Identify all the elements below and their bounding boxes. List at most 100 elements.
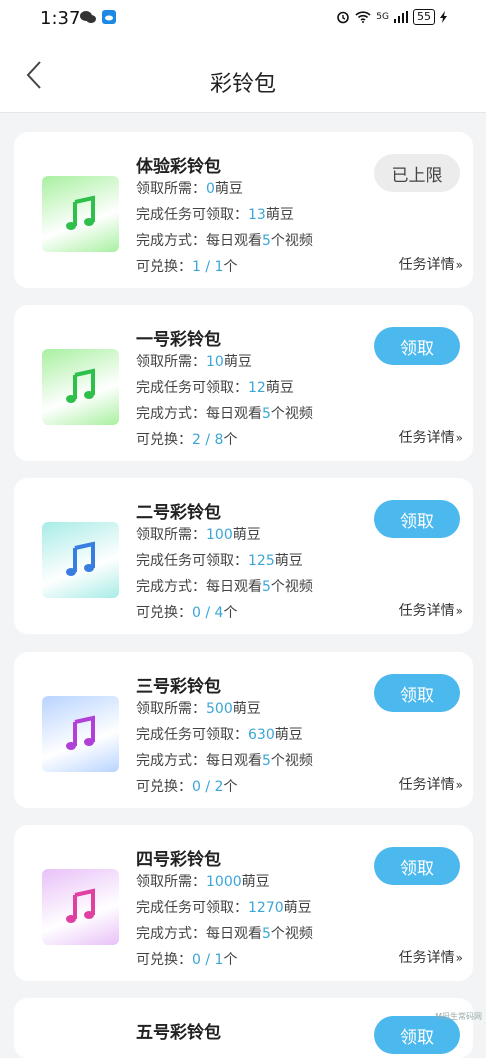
ringtone-thumbnail <box>42 869 119 945</box>
reward-unit: 萌豆 <box>274 553 303 569</box>
method-post: 个视频 <box>270 926 313 942</box>
exchange-unit: 个 <box>223 432 238 448</box>
method-post: 个视频 <box>270 753 313 769</box>
battery-indicator: 55 <box>413 9 435 25</box>
network-type: 5G <box>376 12 389 22</box>
exchange-label: 可兑换： <box>136 605 192 621</box>
task-details-label: 任务详情 <box>398 950 455 966</box>
package-title: 一号彩铃包 <box>136 330 221 350</box>
reward-unit: 萌豆 <box>274 727 303 743</box>
cost-unit: 萌豆 <box>232 701 261 717</box>
task-details-link[interactable]: 任务详情» <box>399 254 463 274</box>
exchange-value: 1 / 1 <box>192 259 224 275</box>
wechat-icon <box>80 11 96 23</box>
method-label: 完成方式： <box>136 579 206 595</box>
task-details-link[interactable]: 任务详情» <box>399 947 463 967</box>
page-title: 彩铃包 <box>209 72 276 97</box>
reward-value: 1270 <box>248 900 284 916</box>
reward-label: 完成任务可领取： <box>136 380 248 396</box>
charging-icon <box>440 11 447 23</box>
ringtone-thumbnail <box>42 696 119 772</box>
video-count: 5 <box>262 926 271 942</box>
claim-button[interactable]: 领取 <box>374 847 460 885</box>
reward-unit: 萌豆 <box>283 900 312 916</box>
cost-unit: 萌豆 <box>241 874 270 890</box>
task-details-label: 任务详情 <box>398 430 455 446</box>
method-label: 完成方式： <box>136 753 206 769</box>
method-post: 个视频 <box>270 406 313 422</box>
music-note-icon <box>65 715 95 750</box>
claim-button[interactable]: 领取 <box>374 327 460 365</box>
task-details-label: 任务详情 <box>398 257 455 273</box>
cost-value: 100 <box>206 527 233 543</box>
music-note-icon <box>65 888 95 923</box>
method-pre: 每日观看 <box>206 233 262 249</box>
exchange-unit: 个 <box>223 779 238 795</box>
package-card: 一号彩铃包 领取所需：10萌豆 完成任务可领取：12萌豆 完成方式：每日观看5个… <box>14 305 473 461</box>
alarm-icon <box>337 11 350 24</box>
cost-label: 领取所需： <box>136 354 206 370</box>
limit-reached-button[interactable]: 已上限 <box>374 154 460 192</box>
exchange-unit: 个 <box>223 952 238 968</box>
exchange-label: 可兑换： <box>136 779 192 795</box>
method-post: 个视频 <box>270 579 313 595</box>
cost-label: 领取所需： <box>136 527 206 543</box>
music-note-icon <box>65 195 95 230</box>
exchange-label: 可兑换： <box>136 259 192 275</box>
exchange-line: 可兑换：2 / 8个 <box>136 429 237 449</box>
status-bar: 1:37 5G 55 <box>0 0 486 36</box>
package-title: 四号彩铃包 <box>136 850 221 870</box>
navigation-bar: 彩铃包 <box>0 36 486 113</box>
task-details-link[interactable]: 任务详情» <box>399 774 463 794</box>
reward-value: 13 <box>248 207 266 223</box>
method-line: 完成方式：每日观看5个视频 <box>136 923 313 943</box>
wifi-icon <box>355 11 371 23</box>
package-title: 体验彩铃包 <box>136 157 221 177</box>
double-chevron-icon: » <box>455 778 463 792</box>
exchange-line: 可兑换：0 / 1个 <box>136 949 237 969</box>
method-label: 完成方式： <box>136 406 206 422</box>
double-chevron-icon: » <box>455 431 463 445</box>
exchange-value: 0 / 2 <box>192 779 224 795</box>
package-card-partial: 五号彩铃包 领取 <box>14 998 473 1058</box>
method-line: 完成方式：每日观看5个视频 <box>136 230 313 250</box>
clock: 1:37 <box>40 8 81 29</box>
task-details-label: 任务详情 <box>398 777 455 793</box>
music-note-icon <box>65 541 95 576</box>
cost-line: 领取所需：500萌豆 <box>136 698 261 718</box>
signal-icon <box>394 11 408 23</box>
method-pre: 每日观看 <box>206 926 262 942</box>
ringtone-thumbnail <box>42 349 119 425</box>
cost-value: 0 <box>206 181 215 197</box>
method-pre: 每日观看 <box>206 579 262 595</box>
reward-line: 完成任务可领取：125萌豆 <box>136 550 303 570</box>
exchange-line: 可兑换：1 / 1个 <box>136 256 237 276</box>
reward-line: 完成任务可领取：630萌豆 <box>136 724 303 744</box>
exchange-unit: 个 <box>223 259 238 275</box>
cost-label: 领取所需： <box>136 181 206 197</box>
reward-line: 完成任务可领取：12萌豆 <box>136 377 294 397</box>
cost-line: 领取所需：100萌豆 <box>136 524 261 544</box>
task-details-link[interactable]: 任务详情» <box>399 600 463 620</box>
video-count: 5 <box>262 233 271 249</box>
reward-line: 完成任务可领取：1270萌豆 <box>136 897 312 917</box>
reward-label: 完成任务可领取： <box>136 207 248 223</box>
claim-button[interactable]: 领取 <box>374 674 460 712</box>
method-label: 完成方式： <box>136 233 206 249</box>
package-title: 三号彩铃包 <box>136 677 221 697</box>
reward-value: 630 <box>248 727 275 743</box>
exchange-label: 可兑换： <box>136 432 192 448</box>
package-title: 二号彩铃包 <box>136 503 221 523</box>
package-card: 四号彩铃包 领取所需：1000萌豆 完成任务可领取：1270萌豆 完成方式：每日… <box>14 825 473 981</box>
video-count: 5 <box>262 406 271 422</box>
claim-button[interactable]: 领取 <box>374 500 460 538</box>
cost-value: 1000 <box>206 874 242 890</box>
task-details-label: 任务详情 <box>398 603 455 619</box>
cost-label: 领取所需： <box>136 874 206 890</box>
method-pre: 每日观看 <box>206 406 262 422</box>
cost-line: 领取所需：1000萌豆 <box>136 871 270 891</box>
task-details-link[interactable]: 任务详情» <box>399 427 463 447</box>
cost-unit: 萌豆 <box>223 354 252 370</box>
exchange-value: 0 / 1 <box>192 952 224 968</box>
cost-line: 领取所需：10萌豆 <box>136 351 252 371</box>
